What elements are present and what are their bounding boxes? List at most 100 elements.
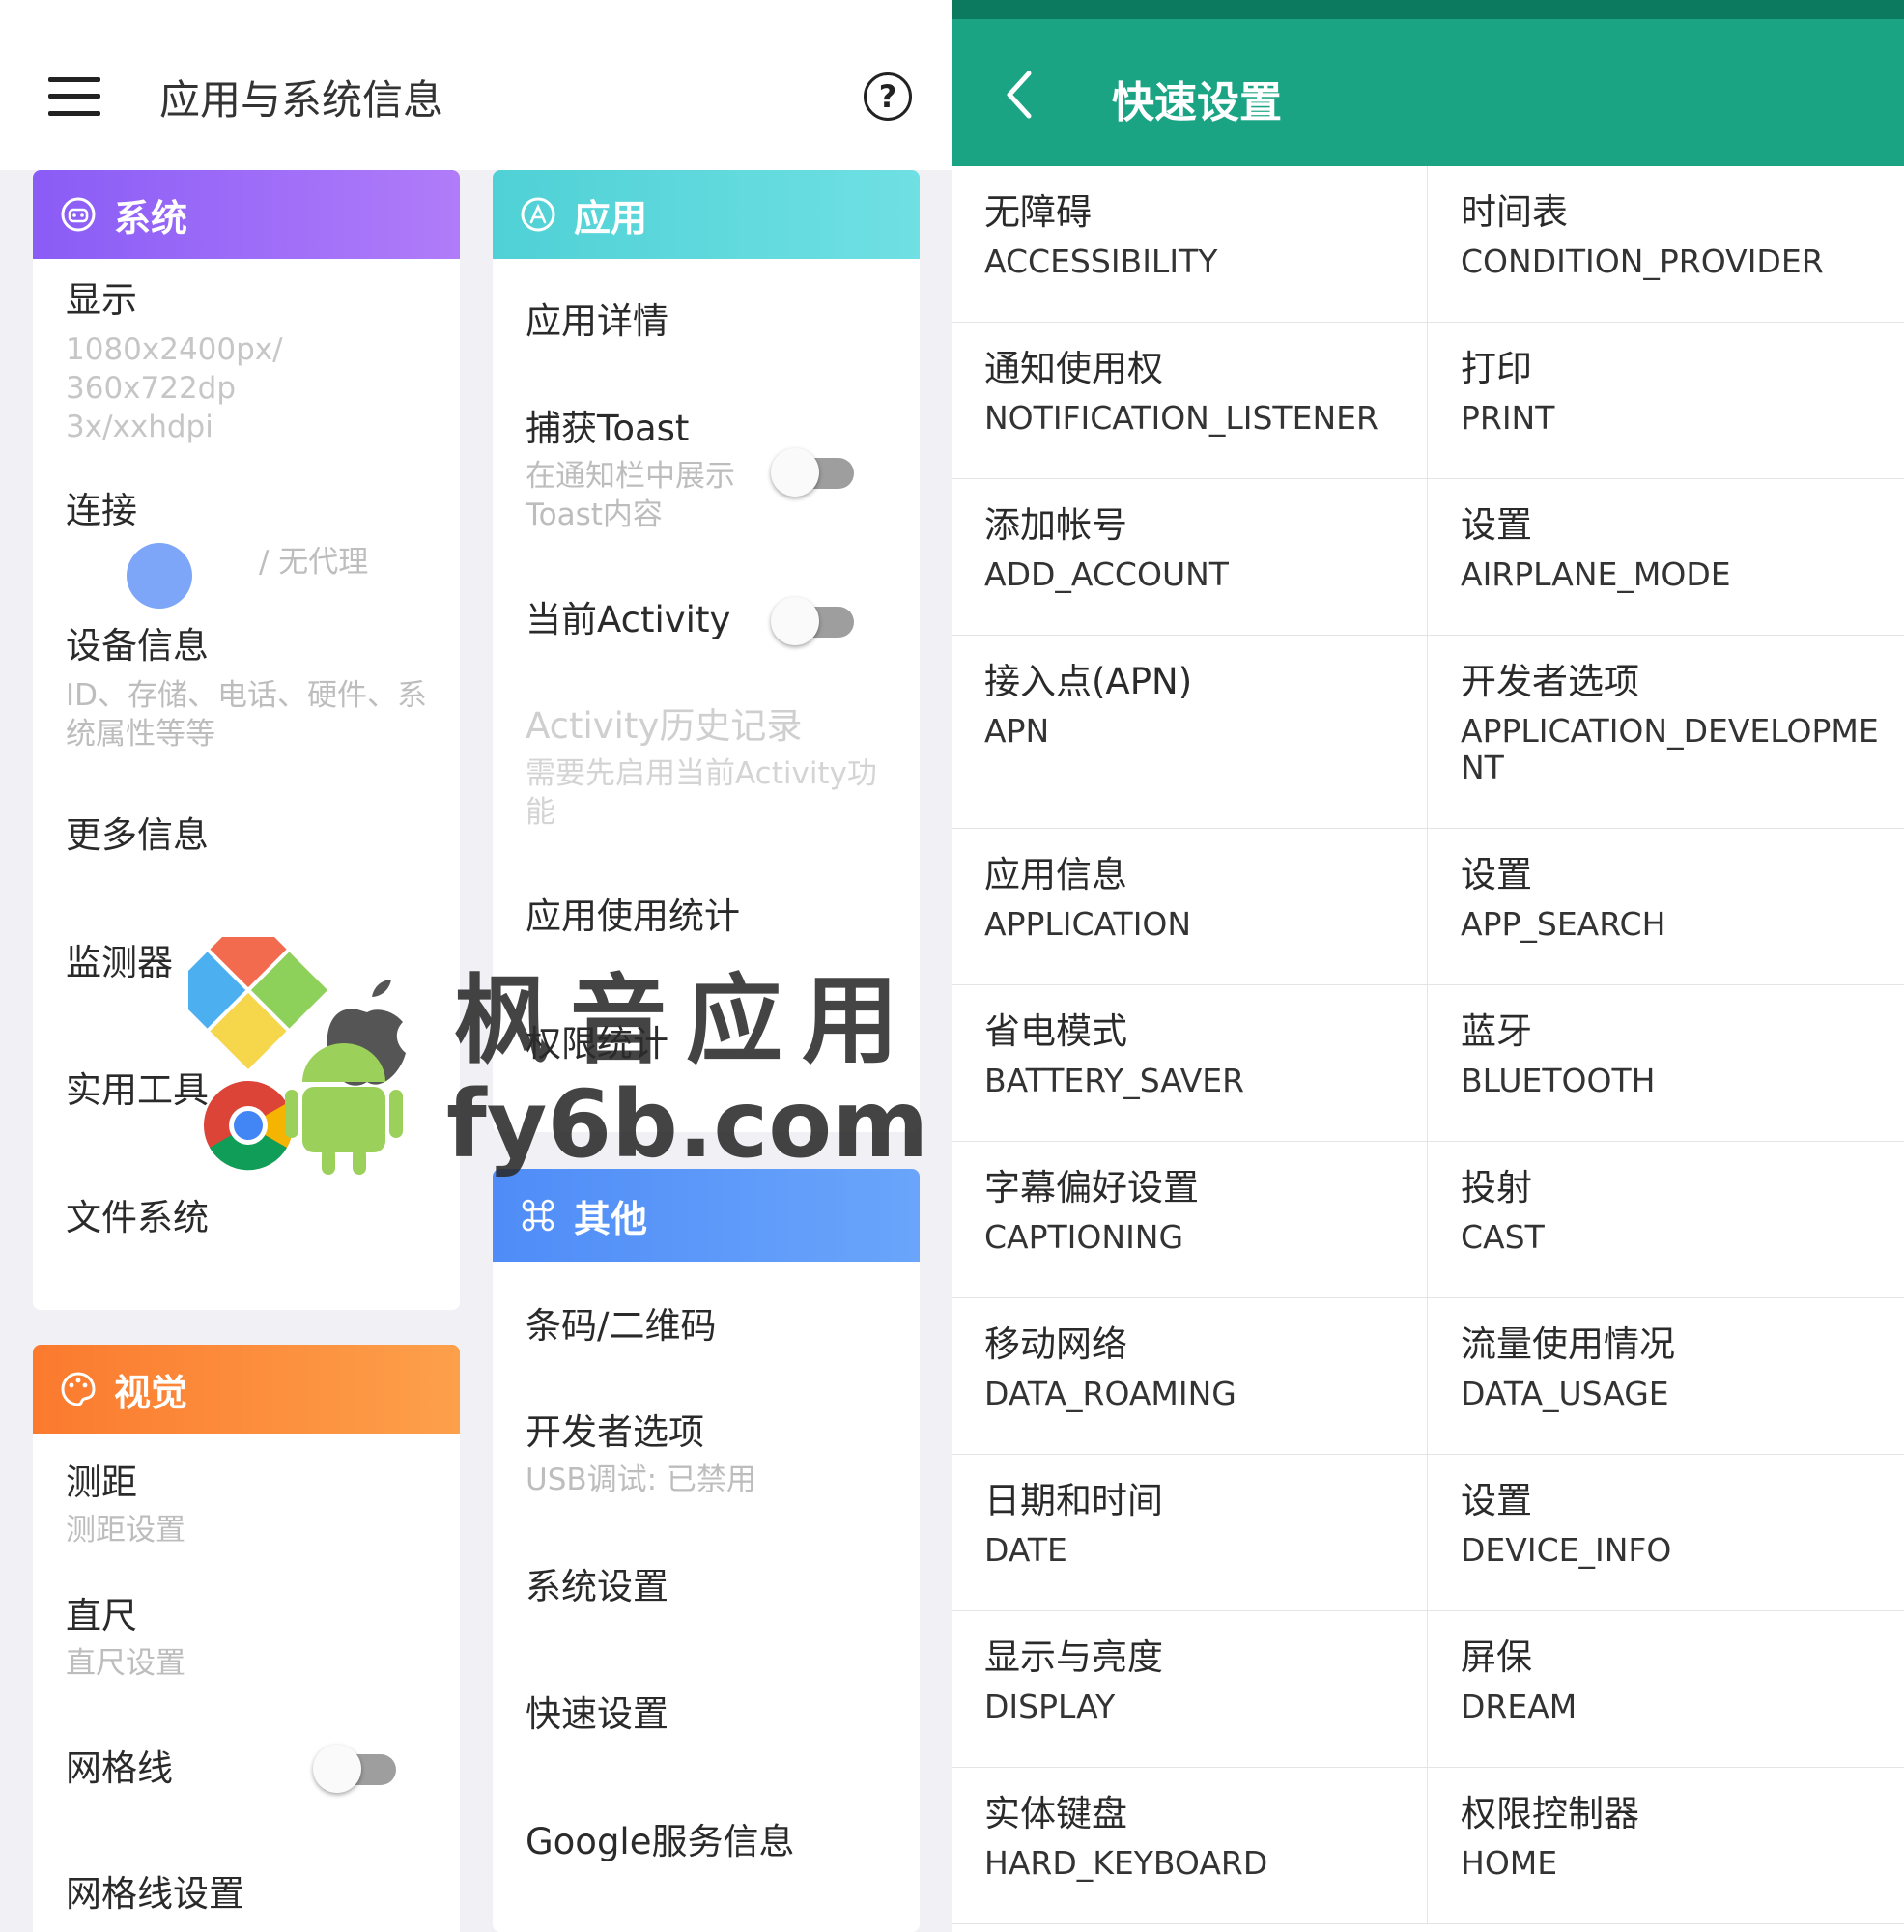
back-arrow-icon[interactable] — [1000, 66, 1038, 124]
settings-row: 日期和时间 DATE 设置 DEVICE_INFO — [952, 1455, 1904, 1611]
item-subtitle: 测距设置 — [66, 1513, 185, 1548]
tile-action: APP_SEARCH — [1461, 905, 1666, 943]
settings-tile[interactable]: 显示与亮度 DISPLAY — [952, 1611, 1428, 1767]
watermark-text-url: fy6b.com — [446, 1070, 929, 1179]
tile-action: DEVICE_INFO — [1461, 1531, 1672, 1569]
app-store-icon — [521, 197, 555, 232]
help-icon[interactable]: ? — [864, 72, 912, 121]
tile-action: APPLICATION_DEVELOPMENT — [1461, 712, 1879, 786]
settings-tile[interactable]: 日期和时间 DATE — [952, 1455, 1428, 1610]
settings-row: 应用信息 APPLICATION 设置 APP_SEARCH — [952, 829, 1904, 985]
quick-settings-grid: 无障碍 ACCESSIBILITY 时间表 CONDITION_PROVIDER 通知使… — [952, 166, 1904, 1924]
settings-tile[interactable]: 实体键盘 HARD_KEYBOARD — [952, 1768, 1428, 1923]
vision-card-title: 视觉 — [114, 1371, 188, 1414]
other-card-title: 其他 — [574, 1197, 648, 1240]
settings-tile[interactable]: 开发者选项 APPLICATION_DEVELOPMENT — [1428, 636, 1904, 828]
tile-action: BLUETOOTH — [1461, 1062, 1656, 1099]
list-item-connection[interactable]: 连接 / 无代理 — [66, 489, 431, 582]
settings-tile[interactable]: 设置 APP_SEARCH — [1428, 829, 1904, 984]
tile-action: APN — [984, 712, 1050, 750]
floating-dot[interactable] — [127, 543, 192, 609]
settings-row: 无障碍 ACCESSIBILITY 时间表 CONDITION_PROVIDER — [952, 166, 1904, 323]
settings-tile[interactable]: 设置 DEVICE_INFO — [1428, 1455, 1904, 1610]
grid-lines-toggle[interactable] — [313, 1745, 396, 1793]
settings-tile[interactable]: 权限控制器 HOME — [1428, 1768, 1904, 1923]
settings-tile[interactable]: 应用信息 APPLICATION — [952, 829, 1428, 984]
settings-tile[interactable]: 字幕偏好设置 CAPTIONING — [952, 1142, 1428, 1297]
current-activity-toggle[interactable] — [771, 597, 854, 645]
list-item-device-info[interactable]: 设备信息 ID、存储、电话、硬件、系统属性等等 — [66, 624, 431, 753]
page-title: 应用与系统信息 — [159, 76, 444, 124]
settings-tile[interactable]: 通知使用权 NOTIFICATION_LISTENER — [952, 323, 1428, 478]
list-item-activity-history[interactable]: Activity历史记录 需要先启用当前Activity功能 — [526, 704, 891, 832]
list-item-usage-stats[interactable]: 应用使用统计 — [526, 895, 891, 939]
item-subtitle: 1080x2400px/ 360x722dp 3x/xxhdpi — [66, 332, 283, 444]
android-robot-icon — [61, 197, 96, 232]
settings-tile[interactable]: 时间表 CONDITION_PROVIDER — [1428, 166, 1904, 322]
item-title: 快速设置 — [526, 1693, 668, 1735]
system-card-header: 系统 — [33, 170, 460, 259]
list-item-capture-toast[interactable]: 捕获Toast 在通知栏中展示Toast内容 — [526, 407, 755, 534]
settings-tile[interactable]: 省电模式 BATTERY_SAVER — [952, 985, 1428, 1141]
tile-title: 显示与亮度 — [984, 1636, 1163, 1678]
settings-row: 通知使用权 NOTIFICATION_LISTENER 打印 PRINT — [952, 323, 1904, 479]
list-item-ruler[interactable]: 直尺 直尺设置 — [66, 1594, 431, 1683]
item-title: 测距 — [66, 1462, 137, 1503]
tile-title: 无障碍 — [984, 191, 1092, 233]
item-title: 应用使用统计 — [526, 895, 740, 937]
list-item-google-services[interactable]: Google服务信息 — [526, 1820, 891, 1864]
list-item-file-system[interactable]: 文件系统 — [66, 1196, 431, 1240]
settings-tile[interactable]: 设置 AIRPLANE_MODE — [1428, 479, 1904, 635]
tile-action: ADD_ACCOUNT — [984, 555, 1229, 593]
tile-title: 设置 — [1461, 1480, 1532, 1521]
item-title: 设备信息 — [66, 625, 209, 667]
list-item-more-info[interactable]: 更多信息 — [66, 813, 431, 858]
tile-action: AIRPLANE_MODE — [1461, 555, 1731, 593]
settings-tile[interactable]: 投射 CAST — [1428, 1142, 1904, 1297]
item-subtitle: 需要先启用当前Activity功能 — [526, 756, 877, 830]
tile-action: NOTIFICATION_LISTENER — [984, 399, 1378, 437]
settings-tile[interactable]: 蓝牙 BLUETOOTH — [1428, 985, 1904, 1141]
list-item-grid-lines[interactable]: 网格线 — [66, 1747, 296, 1791]
settings-row: 添加帐号 ADD_ACCOUNT 设置 AIRPLANE_MODE — [952, 479, 1904, 636]
tile-title: 日期和时间 — [984, 1480, 1163, 1521]
tile-title: 添加帐号 — [984, 504, 1127, 546]
item-subtitle: / 无代理 — [259, 545, 369, 580]
menu-icon[interactable] — [48, 77, 100, 116]
item-title: 当前Activity — [526, 599, 731, 640]
list-item-display[interactable]: 显示 1080x2400px/ 360x722dp 3x/xxhdpi — [66, 278, 431, 446]
list-item-barcode[interactable]: 条码/二维码 — [526, 1304, 891, 1349]
tile-action: HOME — [1461, 1844, 1558, 1882]
tile-action: HARD_KEYBOARD — [984, 1844, 1268, 1882]
tile-action: APPLICATION — [984, 905, 1192, 943]
settings-row: 省电模式 BATTERY_SAVER 蓝牙 BLUETOOTH — [952, 985, 1904, 1142]
settings-tile[interactable]: 屏保 DREAM — [1428, 1611, 1904, 1767]
list-item-app-details[interactable]: 应用详情 — [526, 299, 891, 344]
settings-row: 实体键盘 HARD_KEYBOARD 权限控制器 HOME — [952, 1768, 1904, 1924]
item-title: 更多信息 — [66, 814, 209, 856]
settings-tile[interactable]: 接入点(APN) APN — [952, 636, 1428, 828]
list-item-grid-settings[interactable]: 网格线设置 — [66, 1872, 431, 1917]
capture-toast-toggle[interactable] — [771, 448, 854, 497]
settings-tile[interactable]: 添加帐号 ADD_ACCOUNT — [952, 479, 1428, 635]
tile-title: 设置 — [1461, 854, 1532, 895]
tile-title: 屏保 — [1461, 1636, 1532, 1678]
tile-title: 蓝牙 — [1461, 1010, 1532, 1052]
settings-tile[interactable]: 流量使用情况 DATA_USAGE — [1428, 1298, 1904, 1454]
list-item-developer-options[interactable]: 开发者选项 USB调试: 已禁用 — [526, 1410, 891, 1499]
list-item-quick-settings[interactable]: 快速设置 — [526, 1692, 891, 1737]
settings-tile[interactable]: 无障碍 ACCESSIBILITY — [952, 166, 1428, 322]
list-item-system-settings[interactable]: 系统设置 — [526, 1565, 891, 1609]
settings-row: 接入点(APN) APN 开发者选项 APPLICATION_DEVELOPMENT — [952, 636, 1904, 829]
item-title: Google服务信息 — [526, 1821, 795, 1862]
tile-title: 字幕偏好设置 — [984, 1167, 1199, 1208]
list-item-current-activity[interactable]: 当前Activity — [526, 598, 755, 642]
list-item-rangefinder[interactable]: 测距 测距设置 — [66, 1461, 431, 1549]
item-title: 文件系统 — [66, 1197, 209, 1238]
page-title: 快速设置 — [1112, 78, 1282, 128]
settings-tile[interactable]: 移动网络 DATA_ROAMING — [952, 1298, 1428, 1454]
settings-tile[interactable]: 打印 PRINT — [1428, 323, 1904, 478]
item-title: 直尺 — [66, 1595, 137, 1636]
item-subtitle: 在通知栏中展示Toast内容 — [526, 459, 735, 532]
app-card-title: 应用 — [574, 196, 648, 240]
